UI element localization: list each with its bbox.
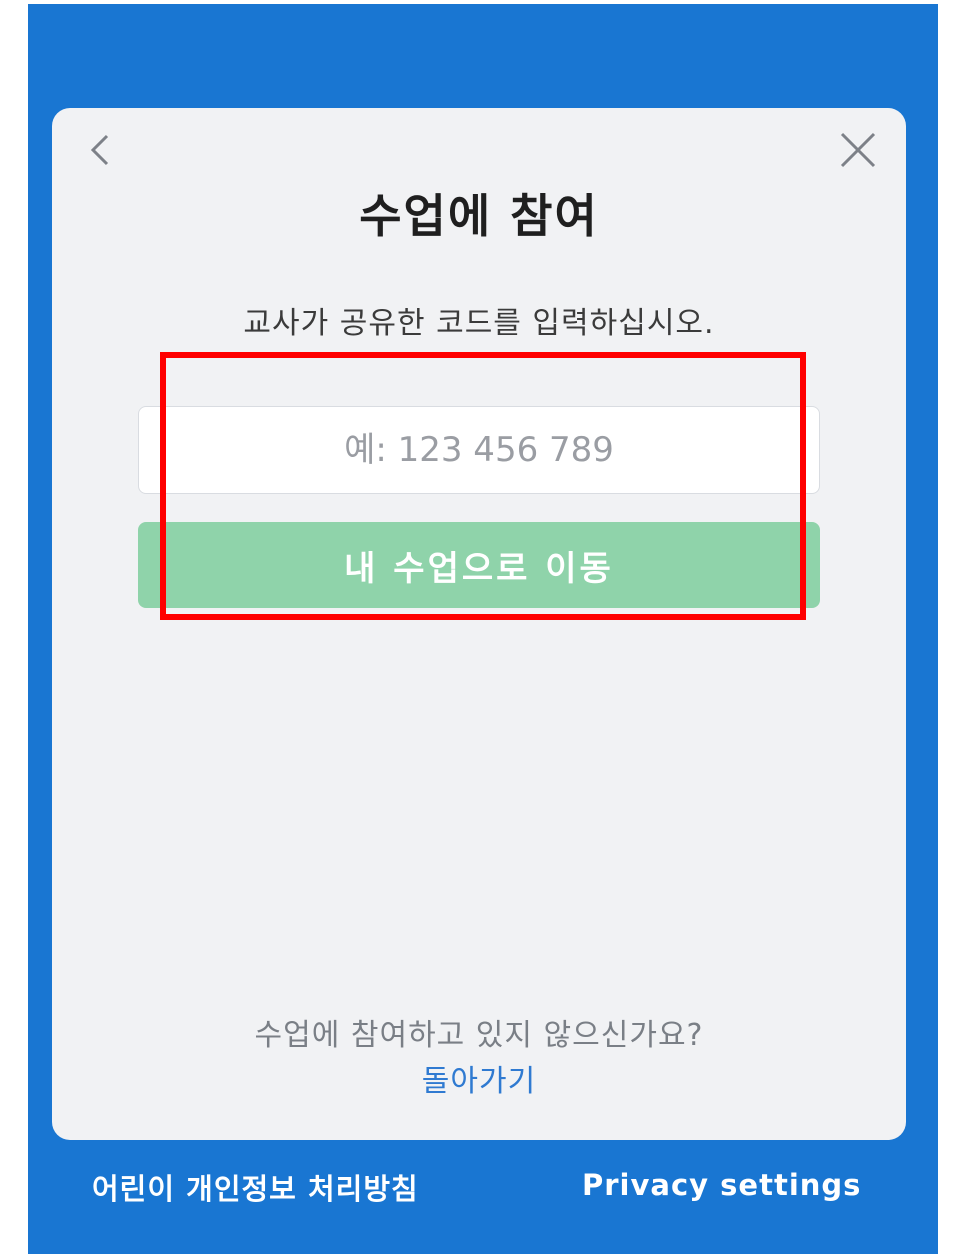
go-back-link[interactable]: 돌아가기 (52, 1056, 906, 1100)
close-button[interactable] (836, 128, 880, 172)
not-joining-text: 수업에 참여하고 있지 않으신가요? (254, 1018, 704, 1053)
class-code-input[interactable] (138, 406, 820, 494)
go-to-my-class-button[interactable]: 내 수업으로 이동 (138, 522, 820, 608)
chevron-left-icon (90, 134, 109, 166)
join-class-dialog (52, 108, 906, 1140)
dialog-title: 수업에 참여 (359, 189, 599, 243)
dialog-instructions: 교사가 공유한 코드를 입력하십시오. (243, 306, 715, 341)
children-privacy-policy-link[interactable]: 어린이 개인정보 처리방침 (92, 1166, 419, 1208)
privacy-settings-link[interactable]: Privacy settings (582, 1168, 861, 1202)
back-button[interactable] (78, 128, 122, 172)
close-icon (840, 132, 876, 168)
